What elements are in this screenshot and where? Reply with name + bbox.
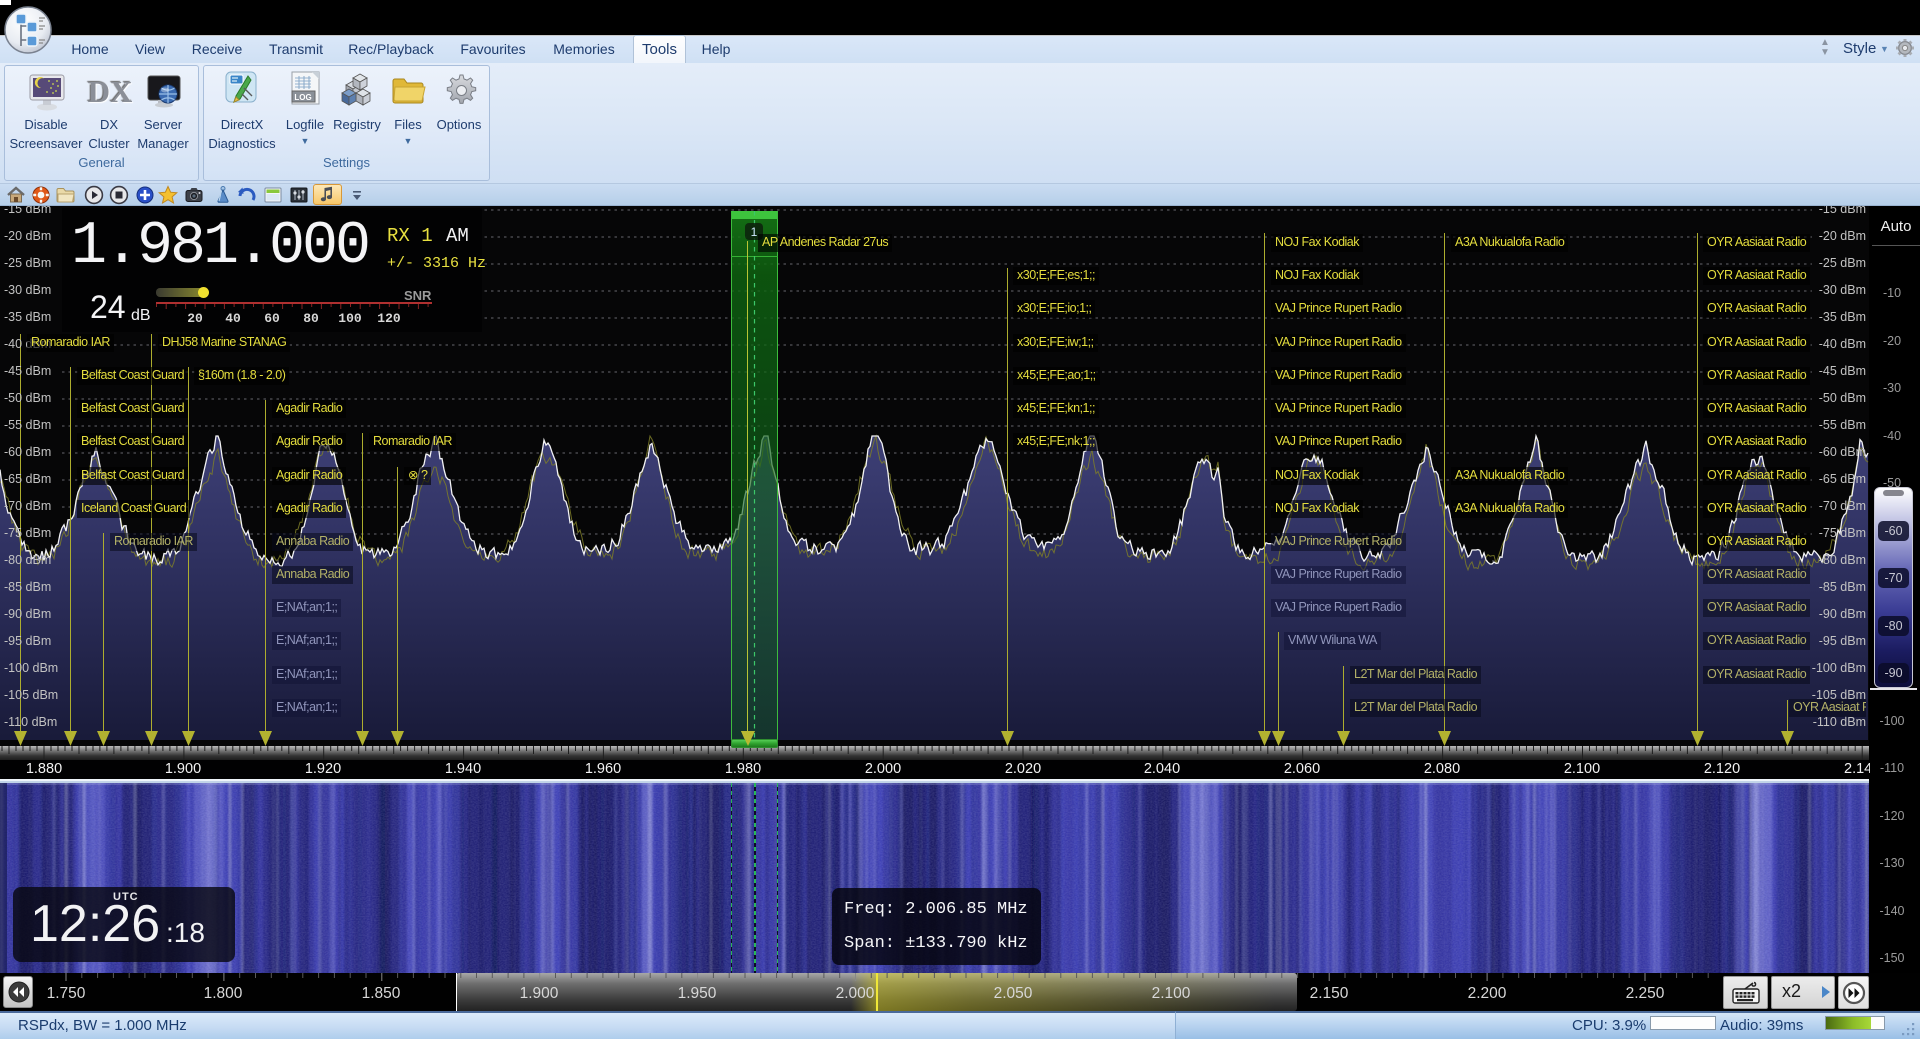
svg-text:1: 1: [751, 225, 758, 239]
svg-text:LOG: LOG: [294, 93, 311, 102]
